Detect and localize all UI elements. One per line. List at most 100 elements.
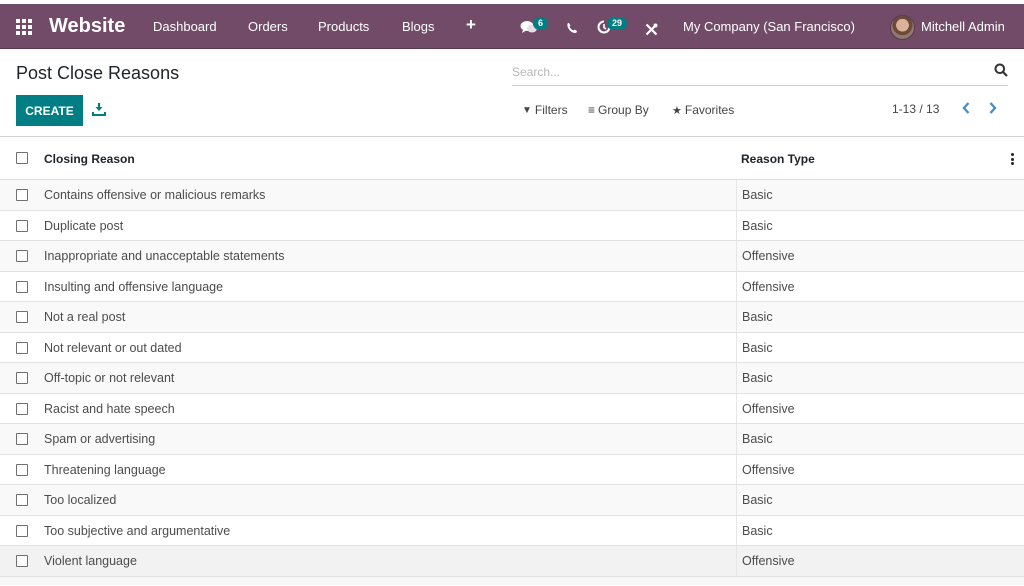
cell-closing-reason: Contains offensive or malicious remarks: [44, 188, 266, 202]
cell-closing-reason: Violent language: [44, 554, 137, 568]
filters-label: Filters: [534, 103, 568, 117]
column-separator: [736, 515, 737, 545]
favorites-label: Favorites: [684, 103, 735, 117]
user-avatar[interactable]: [890, 15, 915, 40]
chevron-right-icon: [989, 102, 997, 114]
download-icon[interactable]: [92, 102, 106, 116]
table-footer: [0, 576, 1024, 585]
cell-reason-type: Offensive: [742, 279, 795, 294]
cell-closing-reason: Duplicate post: [44, 218, 124, 233]
cell-reason-type: Basic: [742, 340, 773, 355]
pager-next-button[interactable]: [988, 101, 998, 119]
table-row[interactable]: Contains offensive or malicious remarks B…: [0, 180, 1024, 211]
table-row[interactable]: Insulting and offensive language Offensiv…: [0, 271, 1024, 302]
column-separator: [736, 363, 737, 393]
app-name[interactable]: Website: [49, 15, 125, 38]
row-checkbox[interactable]: [16, 463, 28, 476]
cell-reason-type: Offensive: [742, 462, 795, 477]
cell-reason-type: Basic: [742, 218, 773, 233]
filters-dropdown[interactable]: ▼ Filters: [522, 103, 568, 117]
column-header-closing-reason[interactable]: Closing Reason: [44, 152, 135, 166]
cell-closing-reason: Too localized: [44, 493, 117, 507]
cell-reason-type: Offensive: [742, 401, 795, 416]
activities-count-badge: 29: [607, 17, 628, 30]
row-checkbox[interactable]: [16, 433, 28, 445]
table-row[interactable]: Off-topic or not relevant Basic: [0, 363, 1024, 394]
cell-reason-type: Basic: [742, 310, 773, 324]
plus-icon[interactable]: +: [466, 15, 476, 35]
cell-reason-type: Offensive: [742, 554, 795, 568]
group-by-dropdown[interactable]: ≡ Group By: [588, 103, 649, 117]
debug-tools-button[interactable]: [645, 23, 658, 39]
row-checkbox[interactable]: [16, 250, 28, 262]
optional-columns-icon[interactable]: [1011, 153, 1014, 165]
filter-icon: ▼: [522, 104, 532, 116]
cell-reason-type: Basic: [742, 493, 773, 507]
messages-count-badge: 6: [533, 17, 549, 30]
cell-closing-reason: Off-topic or not relevant: [44, 371, 175, 385]
column-header-reason-type[interactable]: Reason Type: [741, 152, 815, 166]
search-bar: [512, 58, 1008, 86]
row-checkbox[interactable]: [16, 189, 28, 201]
search-input[interactable]: [512, 62, 972, 82]
cell-closing-reason: Too subjective and argumentative: [44, 523, 231, 538]
table-row[interactable]: Threatening language Offensive: [0, 454, 1024, 485]
chevron-left-icon: [962, 102, 970, 114]
row-checkbox[interactable]: [16, 219, 28, 232]
row-checkbox[interactable]: [16, 372, 28, 384]
search-icon[interactable]: [994, 63, 1008, 77]
column-separator: [736, 454, 737, 484]
row-checkbox[interactable]: [16, 524, 28, 537]
table-row[interactable]: Racist and hate speech Offensive: [0, 393, 1024, 424]
table-body: Contains offensive or malicious remarks B…: [0, 180, 1024, 577]
table-row[interactable]: Not a real post Basic: [0, 302, 1024, 333]
column-separator: [736, 241, 737, 271]
user-menu[interactable]: Mitchell Admin: [921, 19, 1005, 34]
phone-button[interactable]: [566, 22, 578, 37]
cell-closing-reason: Inappropriate and unacceptable statement…: [44, 249, 285, 263]
cell-reason-type: Offensive: [742, 249, 795, 263]
cell-reason-type: Basic: [742, 432, 773, 446]
page-title: Post Close Reasons: [16, 63, 180, 83]
cell-closing-reason: Spam or advertising: [44, 432, 156, 446]
top-navbar: Website Dashboard Orders Products Blogs …: [0, 4, 1024, 49]
menu-products[interactable]: Products: [318, 19, 369, 34]
cell-closing-reason: Insulting and offensive language: [44, 279, 224, 294]
row-checkbox[interactable]: [16, 555, 28, 567]
table-row[interactable]: Too subjective and argumentative Basic: [0, 515, 1024, 546]
favorites-dropdown[interactable]: ★ Favorites: [672, 103, 734, 117]
row-checkbox[interactable]: [16, 311, 28, 323]
table-header: Closing Reason Reason Type: [0, 137, 1024, 180]
menu-blogs[interactable]: Blogs: [402, 19, 435, 34]
column-separator: [736, 210, 737, 240]
column-separator: [736, 546, 737, 576]
apps-grid-icon[interactable]: [16, 19, 32, 35]
table-row[interactable]: Not relevant or out dated Basic: [0, 332, 1024, 363]
cell-reason-type: Basic: [742, 188, 773, 202]
menu-dashboard[interactable]: Dashboard: [153, 19, 217, 34]
table-row[interactable]: Duplicate post Basic: [0, 210, 1024, 241]
table-row[interactable]: Spam or advertising Basic: [0, 424, 1024, 455]
phone-icon: [567, 23, 577, 33]
column-separator: [736, 393, 737, 423]
row-checkbox[interactable]: [16, 280, 28, 293]
table-row[interactable]: Too localized Basic: [0, 485, 1024, 516]
column-separator: [736, 485, 737, 515]
row-checkbox[interactable]: [16, 494, 28, 506]
column-separator: [736, 302, 737, 332]
table-row[interactable]: Violent language Offensive: [0, 546, 1024, 577]
list-view-table: Closing Reason Reason Type Contains offe…: [0, 137, 1024, 585]
cell-closing-reason: Not a real post: [44, 310, 126, 324]
company-switcher[interactable]: My Company (San Francisco): [683, 19, 855, 34]
pager-previous-button[interactable]: [961, 101, 971, 119]
row-checkbox[interactable]: [16, 341, 28, 354]
select-all-checkbox[interactable]: [16, 152, 28, 164]
create-button[interactable]: CREATE: [16, 95, 83, 126]
menu-orders[interactable]: Orders: [248, 19, 288, 34]
pager-value[interactable]: 1-13 / 13: [892, 102, 939, 116]
row-checkbox[interactable]: [16, 402, 28, 415]
column-separator: [736, 180, 737, 210]
cell-closing-reason: Racist and hate speech: [44, 401, 175, 416]
cell-reason-type: Basic: [742, 371, 773, 385]
table-row[interactable]: Inappropriate and unacceptable statement…: [0, 241, 1024, 272]
